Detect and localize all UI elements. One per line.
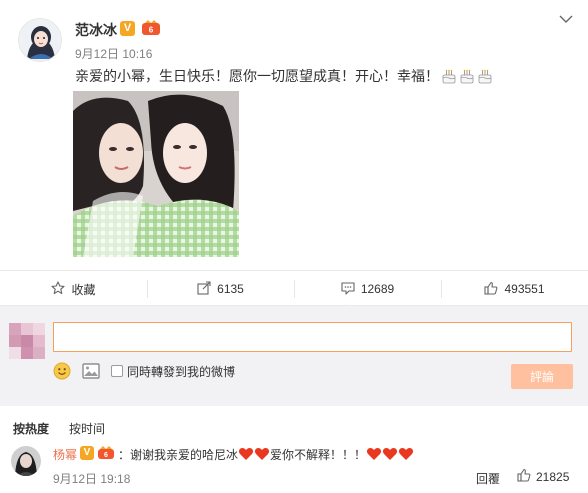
cake-emoji-icon xyxy=(441,68,457,84)
also-repost-label[interactable]: 同時轉發到我的微博 xyxy=(127,363,235,380)
repost-button[interactable]: 6135 xyxy=(147,271,294,307)
heart-emoji-icon xyxy=(238,447,254,461)
heart-emoji-icon xyxy=(366,447,382,461)
favorite-label: 收藏 xyxy=(71,282,96,297)
comment-button[interactable]: 12689 xyxy=(294,271,441,307)
comment-icon xyxy=(341,281,355,298)
cake-emoji-icon xyxy=(459,68,475,84)
divider xyxy=(441,280,442,298)
share-icon xyxy=(197,280,211,298)
chevron-down-icon[interactable] xyxy=(559,12,573,23)
post-photo[interactable] xyxy=(73,91,239,257)
comment-time: 9月12日 19:18 xyxy=(53,472,131,486)
svg-text:6: 6 xyxy=(149,26,154,35)
divider xyxy=(147,280,148,298)
post-text: 亲爱的小幂，生日快乐！愿你一切愿望成真！开心！幸福！ xyxy=(75,68,439,84)
comment-like-count: 21825 xyxy=(536,469,570,484)
weibo-post: 范冰冰 V 6 9月12日 10:16 亲爱的小幂，生日快乐！愿你一切愿望成真！… xyxy=(0,0,588,271)
post-time[interactable]: 9月12日 10:16 xyxy=(75,45,152,62)
vip-crown-icon: 6 xyxy=(141,19,161,36)
submit-comment-button[interactable]: 評論 xyxy=(511,364,573,389)
heart-emoji-icon xyxy=(254,447,270,461)
author-name[interactable]: 范冰冰 xyxy=(75,20,117,40)
thumbs-up-icon xyxy=(484,281,498,298)
comment-input[interactable] xyxy=(53,322,572,352)
author-avatar[interactable] xyxy=(18,18,62,62)
commenter-avatar[interactable] xyxy=(11,446,41,476)
comment-text-part: 爱你不解释！！！ xyxy=(270,448,367,462)
tab-sort-by-hot[interactable]: 按热度 xyxy=(13,420,49,437)
comment-composer: 同時轉發到我的微博 評論 xyxy=(0,306,588,406)
svg-text:6: 6 xyxy=(104,452,108,459)
comment-like-button[interactable]: 21825 xyxy=(517,468,569,485)
cake-emoji-icon xyxy=(477,68,493,84)
current-user-avatar[interactable] xyxy=(9,323,45,359)
divider xyxy=(294,280,295,298)
post-action-bar: 收藏 6135 12689 493551 xyxy=(0,270,588,312)
thumbs-up-icon xyxy=(517,468,531,485)
reply-button[interactable]: 回覆 xyxy=(476,470,500,487)
comment-text: ：谢谢我亲爱的哈尼冰 爱你不解释！！！ xyxy=(118,446,414,463)
smiley-icon[interactable] xyxy=(53,362,71,380)
star-icon xyxy=(51,280,66,298)
also-repost-checkbox[interactable] xyxy=(111,365,123,377)
tab-sort-by-time[interactable]: 按时间 xyxy=(69,420,105,437)
heart-emoji-icon xyxy=(382,447,398,461)
repost-count: 6135 xyxy=(217,282,244,296)
post-content: 亲爱的小幂，生日快乐！愿你一切愿望成真！开心！幸福！ xyxy=(75,66,493,86)
verified-badge-icon: V xyxy=(80,446,94,460)
comment-count: 12689 xyxy=(360,282,395,296)
heart-emoji-icon xyxy=(398,447,414,461)
like-button[interactable]: 493551 xyxy=(441,271,588,307)
comment-item: 杨幂 V 6 ：谢谢我亲爱的哈尼冰 爱你不解释！！！ 9月12日 19:18 回覆… xyxy=(0,436,588,493)
verified-badge-icon: V xyxy=(120,21,135,36)
comment-text-part: ：谢谢我亲爱的哈尼冰 xyxy=(118,448,239,462)
commenter-name[interactable]: 杨幂 xyxy=(53,446,77,463)
like-count: 493551 xyxy=(504,282,545,296)
image-icon[interactable] xyxy=(82,363,100,379)
comment-sort-tabs: 按热度 按时间 xyxy=(0,406,588,436)
favorite-button[interactable]: 收藏 xyxy=(0,271,147,307)
vip-crown-icon: 6 xyxy=(97,445,115,460)
